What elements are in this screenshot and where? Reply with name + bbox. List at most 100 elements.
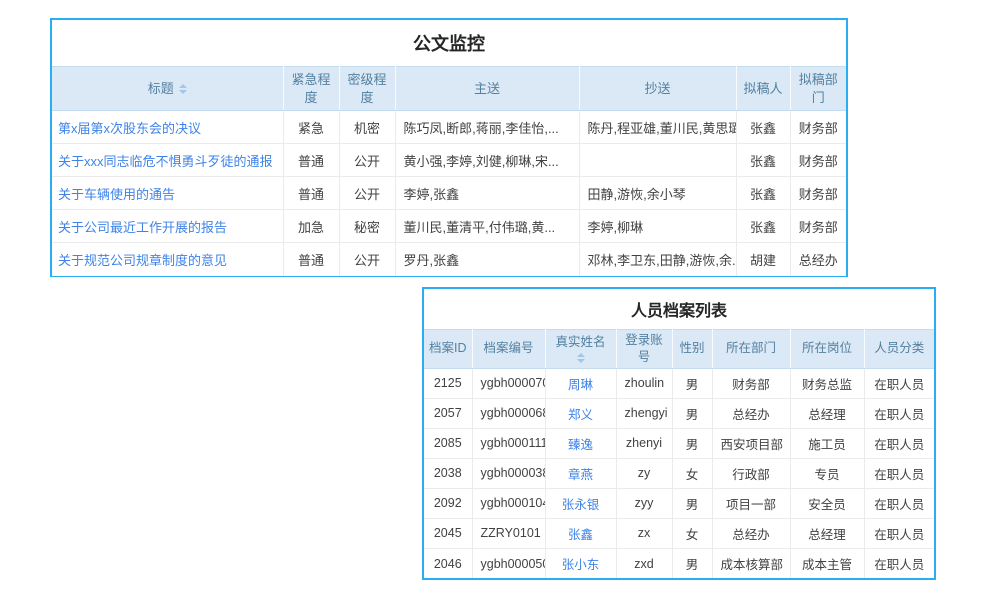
secrecy-cell: 机密 <box>339 111 395 144</box>
to-cell: 董川民,董清平,付伟璐,黄... <box>395 210 579 243</box>
doc-title-link[interactable]: 关于车辆使用的通告 <box>52 177 283 210</box>
cc-cell: 邓林,李卫东,田静,游恢,余... <box>579 243 736 276</box>
drafter-cell: 张鑫 <box>736 210 790 243</box>
post-cell: 总经理 <box>790 398 864 428</box>
table-row: 2038 ygbh000038 章燕 zy 女 行政部 专员 在职人员 <box>424 458 934 488</box>
doc-table-body: 第x届第x次股东会的决议 紧急 机密 陈巧凤,断郎,蒋丽,李佳怡,... 陈丹,… <box>52 111 846 276</box>
gender-cell: 女 <box>672 458 712 488</box>
pers-col-account: 登录账号 <box>616 330 672 369</box>
person-name-link[interactable]: 张永银 <box>545 488 616 518</box>
archive-code-cell: ygbh000104 <box>472 488 545 518</box>
doc-col-to: 主送 <box>395 67 579 111</box>
drafter-cell: 张鑫 <box>736 177 790 210</box>
dept-cell: 财务部 <box>790 210 846 243</box>
gender-cell: 男 <box>672 428 712 458</box>
doc-title-link[interactable]: 关于规范公司规章制度的意见 <box>52 243 283 276</box>
category-cell: 在职人员 <box>864 368 934 398</box>
person-name-link[interactable]: 臻逸 <box>545 428 616 458</box>
doc-col-drafter: 拟稿人 <box>736 67 790 111</box>
account-cell: zhenyi <box>616 428 672 458</box>
urgency-cell: 普通 <box>283 177 339 210</box>
doc-title-link[interactable]: 第x届第x次股东会的决议 <box>52 111 283 144</box>
doc-col-cc: 抄送 <box>579 67 736 111</box>
archive-id-cell: 2046 <box>424 548 472 578</box>
table-row: 2092 ygbh000104 张永银 zyy 男 项目一部 安全员 在职人员 <box>424 488 934 518</box>
dept-cell: 成本核算部 <box>712 548 790 578</box>
dept-cell: 行政部 <box>712 458 790 488</box>
account-cell: zy <box>616 458 672 488</box>
post-cell: 安全员 <box>790 488 864 518</box>
category-cell: 在职人员 <box>864 458 934 488</box>
doc-col-dept: 拟稿部门 <box>790 67 846 111</box>
to-cell: 李婷,张鑫 <box>395 177 579 210</box>
pers-col-category: 人员分类 <box>864 330 934 369</box>
doc-col-title[interactable]: 标题 <box>52 67 283 111</box>
gender-cell: 男 <box>672 548 712 578</box>
personnel-panel-title: 人员档案列表 <box>424 289 934 329</box>
sort-icon[interactable] <box>179 84 187 94</box>
secrecy-cell: 公开 <box>339 177 395 210</box>
personnel-table-body: 2125 ygbh000070 周琳 zhoulin 男 财务部 财务总监 在职… <box>424 368 934 578</box>
gender-cell: 男 <box>672 368 712 398</box>
archive-code-cell: ygbh000070 <box>472 368 545 398</box>
document-monitor-panel: 公文监控 标题 紧急程度 密级程度 主送 抄送 拟稿人 拟稿部门 <box>50 18 848 277</box>
personnel-header-row: 档案ID 档案编号 真实姓名 登录账号 性别 所在部门 所在岗位 人员分类 <box>424 330 934 369</box>
archive-id-cell: 2125 <box>424 368 472 398</box>
person-name-link[interactable]: 章燕 <box>545 458 616 488</box>
pers-col-gender: 性别 <box>672 330 712 369</box>
archive-id-cell: 2092 <box>424 488 472 518</box>
dept-cell: 财务部 <box>790 111 846 144</box>
secrecy-cell: 公开 <box>339 144 395 177</box>
pers-col-post: 所在岗位 <box>790 330 864 369</box>
gender-cell: 男 <box>672 398 712 428</box>
person-name-link[interactable]: 周琳 <box>545 368 616 398</box>
doc-panel-title: 公文监控 <box>52 20 846 66</box>
table-row: 第x届第x次股东会的决议 紧急 机密 陈巧凤,断郎,蒋丽,李佳怡,... 陈丹,… <box>52 111 846 144</box>
account-cell: zhoulin <box>616 368 672 398</box>
table-row: 关于公司最近工作开展的报告 加急 秘密 董川民,董清平,付伟璐,黄... 李婷,… <box>52 210 846 243</box>
cc-cell: 田静,游恢,余小琴 <box>579 177 736 210</box>
archive-code-cell: ygbh000038 <box>472 458 545 488</box>
cc-cell: 陈丹,程亚雄,董川民,黄思璐... <box>579 111 736 144</box>
sort-icon[interactable] <box>577 353 585 363</box>
doc-title-link[interactable]: 关于公司最近工作开展的报告 <box>52 210 283 243</box>
dept-cell: 财务部 <box>790 144 846 177</box>
archive-code-cell: ygbh000050 <box>472 548 545 578</box>
person-name-link[interactable]: 郑义 <box>545 398 616 428</box>
secrecy-cell: 公开 <box>339 243 395 276</box>
dept-cell: 项目一部 <box>712 488 790 518</box>
doc-col-secrecy: 密级程度 <box>339 67 395 111</box>
table-row: 关于车辆使用的通告 普通 公开 李婷,张鑫 田静,游恢,余小琴 张鑫 财务部 <box>52 177 846 210</box>
archive-code-cell: ZZRY0101 <box>472 518 545 548</box>
urgency-cell: 加急 <box>283 210 339 243</box>
archive-id-cell: 2085 <box>424 428 472 458</box>
secrecy-cell: 秘密 <box>339 210 395 243</box>
table-row: 2125 ygbh000070 周琳 zhoulin 男 财务部 财务总监 在职… <box>424 368 934 398</box>
category-cell: 在职人员 <box>864 428 934 458</box>
doc-table: 标题 紧急程度 密级程度 主送 抄送 拟稿人 拟稿部门 第x届第x次股东会的决议… <box>52 66 846 276</box>
dept-cell: 财务部 <box>790 177 846 210</box>
person-name-link[interactable]: 张鑫 <box>545 518 616 548</box>
archive-code-cell: ygbh000068 <box>472 398 545 428</box>
dept-cell: 总经办 <box>790 243 846 276</box>
gender-cell: 女 <box>672 518 712 548</box>
urgency-cell: 普通 <box>283 243 339 276</box>
post-cell: 成本主管 <box>790 548 864 578</box>
category-cell: 在职人员 <box>864 518 934 548</box>
to-cell: 黄小强,李婷,刘健,柳琳,宋... <box>395 144 579 177</box>
personnel-archive-panel: 人员档案列表 档案ID 档案编号 真实姓名 登录账号 性别 <box>422 287 936 580</box>
person-name-link[interactable]: 张小东 <box>545 548 616 578</box>
pers-col-name[interactable]: 真实姓名 <box>545 330 616 369</box>
drafter-cell: 张鑫 <box>736 111 790 144</box>
table-row: 2057 ygbh000068 郑义 zhengyi 男 总经办 总经理 在职人… <box>424 398 934 428</box>
urgency-cell: 紧急 <box>283 111 339 144</box>
to-cell: 罗丹,张鑫 <box>395 243 579 276</box>
pers-col-dept: 所在部门 <box>712 330 790 369</box>
cc-cell <box>579 144 736 177</box>
dept-cell: 西安项目部 <box>712 428 790 458</box>
account-cell: zxd <box>616 548 672 578</box>
archive-code-cell: ygbh000111 <box>472 428 545 458</box>
category-cell: 在职人员 <box>864 488 934 518</box>
doc-title-link[interactable]: 关于xxx同志临危不惧勇斗歹徒的通报 <box>52 144 283 177</box>
pers-col-id: 档案ID <box>424 330 472 369</box>
